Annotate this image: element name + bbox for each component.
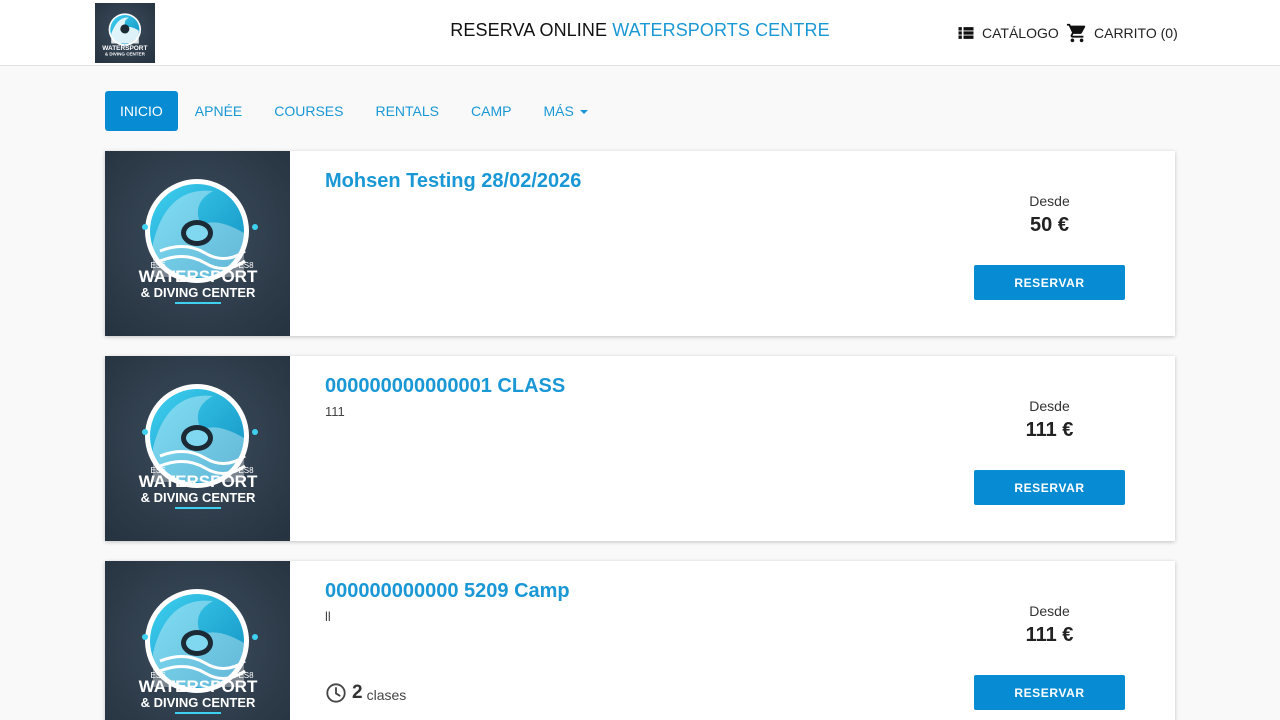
nav-label: COURSES [274, 103, 344, 119]
price-label: Desde [1029, 603, 1070, 619]
clock-icon [326, 683, 346, 703]
nav-item-camp[interactable]: CAMP [456, 91, 526, 131]
list-icon [958, 27, 974, 39]
image-line2: & DIVING CENTER [141, 490, 256, 505]
product-image[interactable]: ES6 ES8 WATERSPORT & DIVING CENTER [105, 356, 290, 541]
site-title-accent: WATERSPORTS CENTRE [612, 20, 830, 40]
duration-info: 2 clases [325, 682, 406, 704]
catalog-link[interactable]: CATÁLOGO [956, 22, 1059, 44]
nav-item-inicio[interactable]: INICIO [105, 91, 178, 131]
nav-label: MÁS [543, 103, 574, 119]
nav-label: APNÉE [194, 103, 243, 119]
reserve-button[interactable]: RESERVAR [974, 675, 1125, 710]
product-title[interactable]: 000000000000 5209 Camp [325, 580, 570, 603]
image-line2: & DIVING CENTER [141, 695, 256, 710]
caret-down-icon [579, 110, 588, 114]
image-line1: WATERSPORT [139, 267, 258, 286]
reserve-button[interactable]: RESERVAR [974, 470, 1125, 505]
nav-item-courses[interactable]: COURSES [259, 91, 358, 131]
product-title[interactable]: 000000000000001 CLASS [325, 375, 565, 398]
site-title-prefix: RESERVA ONLINE [450, 20, 608, 40]
duration-count: 2 [352, 682, 363, 703]
reserve-button[interactable]: RESERVAR [974, 265, 1125, 300]
nav-label: RENTALS [375, 103, 440, 119]
product-image[interactable]: ES6 ES8 WATERSPORT & DIVING CENTER [105, 561, 290, 720]
product-image[interactable]: ES6 ES8 WATERSPORT & DIVING CENTER [105, 151, 290, 336]
svg-text:WATERSPORT: WATERSPORT [102, 45, 147, 52]
nav-item-mas[interactable]: MÁS [528, 91, 602, 131]
price-label: Desde [1029, 193, 1070, 209]
duration-unit: clases [366, 686, 407, 703]
image-line2: & DIVING CENTER [141, 285, 256, 300]
product-card: ES6 ES8 WATERSPORT & DIVING CENTER Mohse… [105, 151, 1175, 336]
shopping-cart-icon [1066, 23, 1086, 43]
site-header: WATERSPORT & DIVING CENTER RESERVA ONLIN… [0, 0, 1280, 66]
nav-label: CAMP [471, 103, 512, 119]
product-description: 111 [325, 404, 345, 419]
price-value: 111 € [1025, 624, 1074, 646]
svg-text:& DIVING CENTER: & DIVING CENTER [105, 52, 146, 57]
image-line1: WATERSPORT [139, 472, 258, 491]
catalog-label: CATÁLOGO [982, 25, 1059, 41]
cart-label: CARRITO (0) [1094, 25, 1178, 41]
price-label: Desde [1029, 398, 1070, 414]
price-value: 111 € [1025, 419, 1074, 441]
image-line1: WATERSPORT [139, 677, 258, 696]
nav-item-apnee[interactable]: APNÉE [180, 91, 257, 131]
product-title[interactable]: Mohsen Testing 28/02/2026 [325, 170, 581, 193]
price-value: 50 € [1030, 214, 1069, 236]
nav-item-rentals[interactable]: RENTALS [360, 91, 454, 131]
product-card: ES6 ES8 WATERSPORT & DIVING CENTER 00000… [105, 561, 1175, 720]
product-card: ES6 ES8 WATERSPORT & DIVING CENTER 00000… [105, 356, 1175, 541]
nav-label: INICIO [120, 103, 163, 119]
product-description: ll [325, 609, 331, 624]
category-nav: INICIO APNÉE COURSES RENTALS CAMP MÁS [105, 91, 605, 131]
cart-link[interactable]: CARRITO (0) [1066, 22, 1178, 44]
